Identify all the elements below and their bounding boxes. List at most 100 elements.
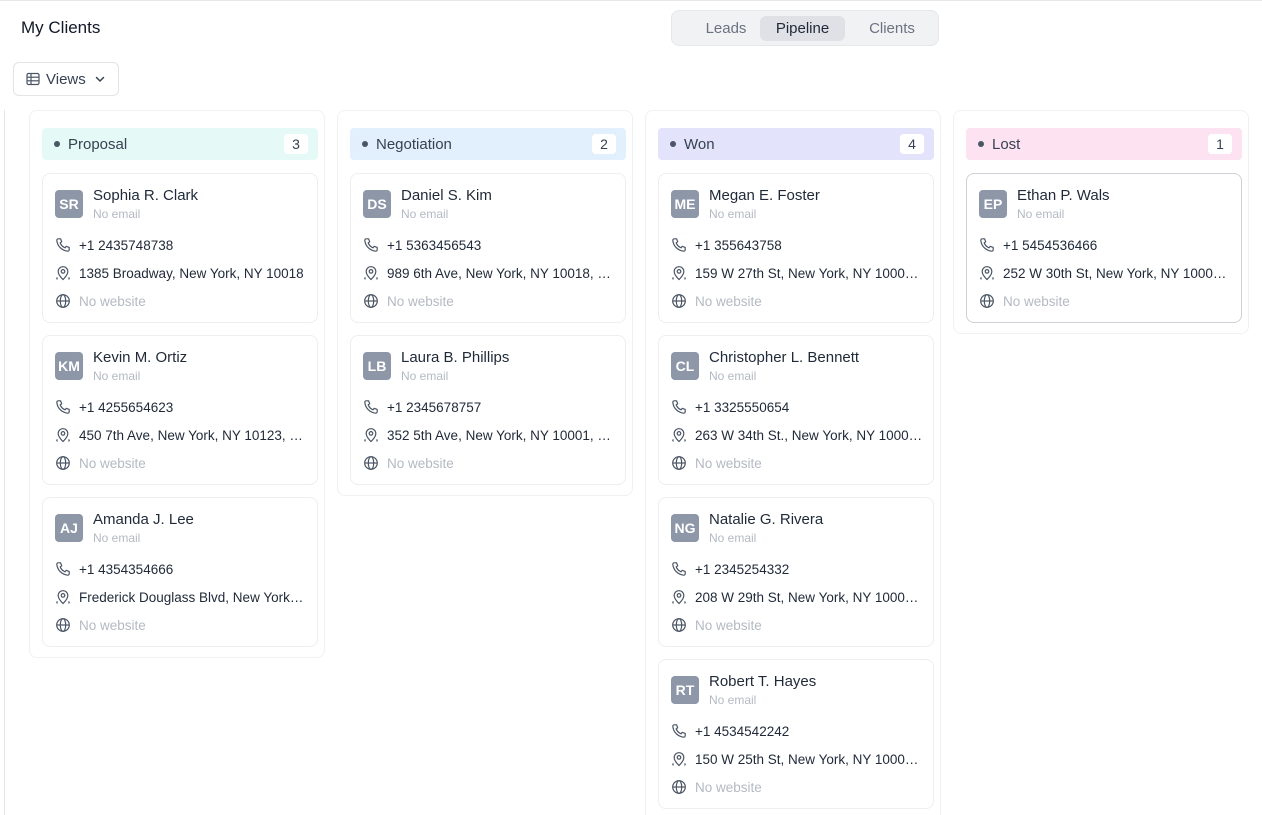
client-website-row: No website xyxy=(671,454,923,472)
client-address-row: 208 W 29th St, New York, NY 10001, USA xyxy=(671,588,923,606)
phone-icon xyxy=(55,561,71,577)
client-card[interactable]: DS Daniel S. Kim No email +1 5363456543 989 … xyxy=(350,173,626,323)
client-website: No website xyxy=(79,617,146,633)
column-title: Won xyxy=(684,135,715,153)
chevron-down-icon xyxy=(94,73,106,85)
client-name: Daniel S. Kim xyxy=(401,187,492,204)
client-phone-row: +1 3325550654 xyxy=(671,398,923,416)
client-card[interactable]: NG Natalie G. Rivera No email +1 2345254332… xyxy=(658,497,934,647)
avatar: RT xyxy=(671,676,699,704)
client-website-row: No website xyxy=(55,616,307,634)
phone-icon xyxy=(671,399,687,415)
globe-icon xyxy=(979,293,995,309)
tab-clients[interactable]: Clients xyxy=(850,16,934,41)
map-pin-icon xyxy=(979,265,995,281)
client-email: No email xyxy=(709,369,757,383)
avatar: NG xyxy=(671,514,699,542)
avatar: SR xyxy=(55,190,83,218)
client-name: Natalie G. Rivera xyxy=(709,511,824,528)
client-phone-row: +1 4534542242 xyxy=(671,722,923,740)
client-phone-row: +1 2345678757 xyxy=(363,398,615,416)
client-phone: +1 355643758 xyxy=(695,237,782,253)
column-title: Negotiation xyxy=(376,135,452,153)
client-card[interactable]: ME Megan E. Foster No email +1 355643758 159… xyxy=(658,173,934,323)
tab-leads[interactable]: Leads xyxy=(683,16,769,41)
client-website: No website xyxy=(387,293,454,309)
client-address-row: 263 W 34th St., New York, NY 10001, USA xyxy=(671,426,923,444)
client-card[interactable]: CL Christopher L. Bennett No email +1 33255… xyxy=(658,335,934,485)
client-website-row: No website xyxy=(363,292,615,310)
client-address-row: 252 W 30th St, New York, NY 10001, USA xyxy=(979,264,1231,282)
phone-icon xyxy=(363,399,379,415)
client-name: Ethan P. Wals xyxy=(1017,187,1110,204)
client-phone: +1 2345678757 xyxy=(387,399,482,415)
client-card[interactable]: EP Ethan P. Wals No email +1 5454536466 252 … xyxy=(966,173,1242,323)
map-pin-icon xyxy=(363,427,379,443)
client-phone: +1 4534542242 xyxy=(695,723,790,739)
client-website: No website xyxy=(695,455,762,471)
client-phone: +1 4255654623 xyxy=(79,399,174,415)
avatar: AJ xyxy=(55,514,83,542)
client-email: No email xyxy=(93,207,141,221)
pipeline-column-negotiation: Negotiation 2 DS Daniel S. Kim No email +1 53… xyxy=(337,110,633,496)
client-phone-row: +1 2345254332 xyxy=(671,560,923,578)
client-website-row: No website xyxy=(671,292,923,310)
column-count-badge: 2 xyxy=(592,134,616,154)
client-address: Frederick Douglass Blvd, New York, NY xyxy=(79,589,307,605)
avatar: EP xyxy=(979,190,1007,218)
column-header: Proposal 3 xyxy=(42,128,318,160)
client-website: No website xyxy=(1003,293,1070,309)
status-dot xyxy=(362,141,368,147)
globe-icon xyxy=(363,455,379,471)
status-dot xyxy=(978,141,984,147)
map-pin-icon xyxy=(55,265,71,281)
client-website-row: No website xyxy=(55,454,307,472)
client-email: No email xyxy=(93,369,141,383)
column-count-badge: 1 xyxy=(1208,134,1232,154)
client-website-row: No website xyxy=(55,292,307,310)
client-website: No website xyxy=(387,455,454,471)
views-button[interactable]: Views xyxy=(13,62,119,96)
client-card[interactable]: AJ Amanda J. Lee No email +1 4354354666 Fred… xyxy=(42,497,318,647)
map-pin-icon xyxy=(671,265,687,281)
pipeline-column-won: Won 4 ME Megan E. Foster No email +1 35564375… xyxy=(645,110,941,815)
map-pin-icon xyxy=(363,265,379,281)
client-phone: +1 5454536466 xyxy=(1003,237,1098,253)
client-phone: +1 2435748738 xyxy=(79,237,174,253)
page-title: My Clients xyxy=(21,18,101,37)
client-phone-row: +1 4255654623 xyxy=(55,398,307,416)
client-address: 450 7th Ave, New York, NY 10123, USA xyxy=(79,427,307,443)
client-address: 159 W 27th St, New York, NY 10001, USA xyxy=(695,265,923,281)
client-address: 252 W 30th St, New York, NY 10001, USA xyxy=(1003,265,1231,281)
client-name: Sophia R. Clark xyxy=(93,187,199,204)
client-address: 989 6th Ave, New York, NY 10018, USA xyxy=(387,265,615,281)
globe-icon xyxy=(55,455,71,471)
pipeline-column-proposal: Proposal 3 SR Sophia R. Clark No email +1 243… xyxy=(29,110,325,658)
phone-icon xyxy=(671,723,687,739)
client-email: No email xyxy=(401,369,449,383)
client-website-row: No website xyxy=(671,778,923,796)
map-pin-icon xyxy=(55,589,71,605)
tab-pipeline[interactable]: Pipeline xyxy=(760,16,845,41)
client-email: No email xyxy=(709,693,757,707)
client-card[interactable]: RT Robert T. Hayes No email +1 4534542242 15… xyxy=(658,659,934,809)
client-email: No email xyxy=(1017,207,1065,221)
avatar: ME xyxy=(671,190,699,218)
globe-icon xyxy=(55,293,71,309)
client-phone: +1 3325550654 xyxy=(695,399,790,415)
avatar: KM xyxy=(55,352,83,380)
client-website-row: No website xyxy=(979,292,1231,310)
client-card[interactable]: LB Laura B. Phillips No email +1 2345678757… xyxy=(350,335,626,485)
globe-icon xyxy=(363,293,379,309)
client-name: Robert T. Hayes xyxy=(709,673,817,690)
client-card[interactable]: KM Kevin M. Ortiz No email +1 4255654623 450… xyxy=(42,335,318,485)
client-name: Kevin M. Ortiz xyxy=(93,349,188,366)
client-card[interactable]: SR Sophia R. Clark No email +1 2435748738 13… xyxy=(42,173,318,323)
client-address: 352 5th Ave, New York, NY 10001, USA xyxy=(387,427,615,443)
client-phone: +1 4354354666 xyxy=(79,561,174,577)
globe-icon xyxy=(671,617,687,633)
phone-icon xyxy=(55,399,71,415)
table-grid-icon xyxy=(26,72,40,86)
globe-icon xyxy=(55,617,71,633)
client-website-row: No website xyxy=(671,616,923,634)
